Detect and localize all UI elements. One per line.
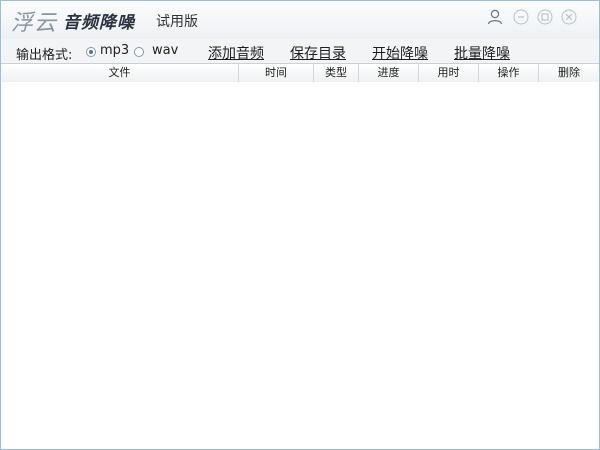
column-header-action[interactable]: 操作 (479, 64, 539, 82)
maximize-icon[interactable] (537, 9, 553, 25)
column-header-type[interactable]: 类型 (314, 64, 359, 82)
file-table-header: 文件 时间 类型 进度 用时 操作 删除 (1, 63, 599, 83)
app-title: 音频降噪 (63, 13, 135, 33)
output-format-label: 输出格式: (16, 48, 73, 63)
start-denoise-button[interactable]: 开始降噪 (372, 43, 428, 63)
batch-denoise-button[interactable]: 批量降噪 (454, 43, 510, 63)
column-header-elapsed[interactable]: 用时 (419, 64, 479, 82)
column-header-file[interactable]: 文件 (1, 64, 239, 82)
close-icon[interactable] (561, 9, 577, 25)
mp3-radio-label[interactable]: mp3 (100, 43, 129, 58)
main-window: 浮云 音频降噪 试用版 输出格式: mp3 wav 添加音频 保存目录 开始降噪… (0, 0, 600, 450)
save-directory-button[interactable]: 保存目录 (290, 43, 346, 63)
wav-radio[interactable] (134, 47, 144, 57)
mp3-radio[interactable] (86, 47, 96, 57)
user-icon[interactable] (487, 9, 503, 25)
edition-label: 试用版 (156, 14, 198, 30)
toolbar: 输出格式: mp3 wav 添加音频 保存目录 开始降噪 批量降噪 (1, 39, 599, 63)
add-audio-button[interactable]: 添加音频 (208, 43, 264, 63)
column-header-time[interactable]: 时间 (239, 64, 314, 82)
wav-radio-label[interactable]: wav (152, 43, 178, 58)
column-header-progress[interactable]: 进度 (359, 64, 419, 82)
minimize-icon[interactable] (513, 9, 529, 25)
title-bar[interactable]: 浮云 音频降噪 试用版 (1, 1, 599, 39)
column-header-delete[interactable]: 删除 (539, 64, 599, 82)
file-list[interactable] (1, 82, 599, 449)
app-logo: 浮云 (11, 11, 58, 36)
